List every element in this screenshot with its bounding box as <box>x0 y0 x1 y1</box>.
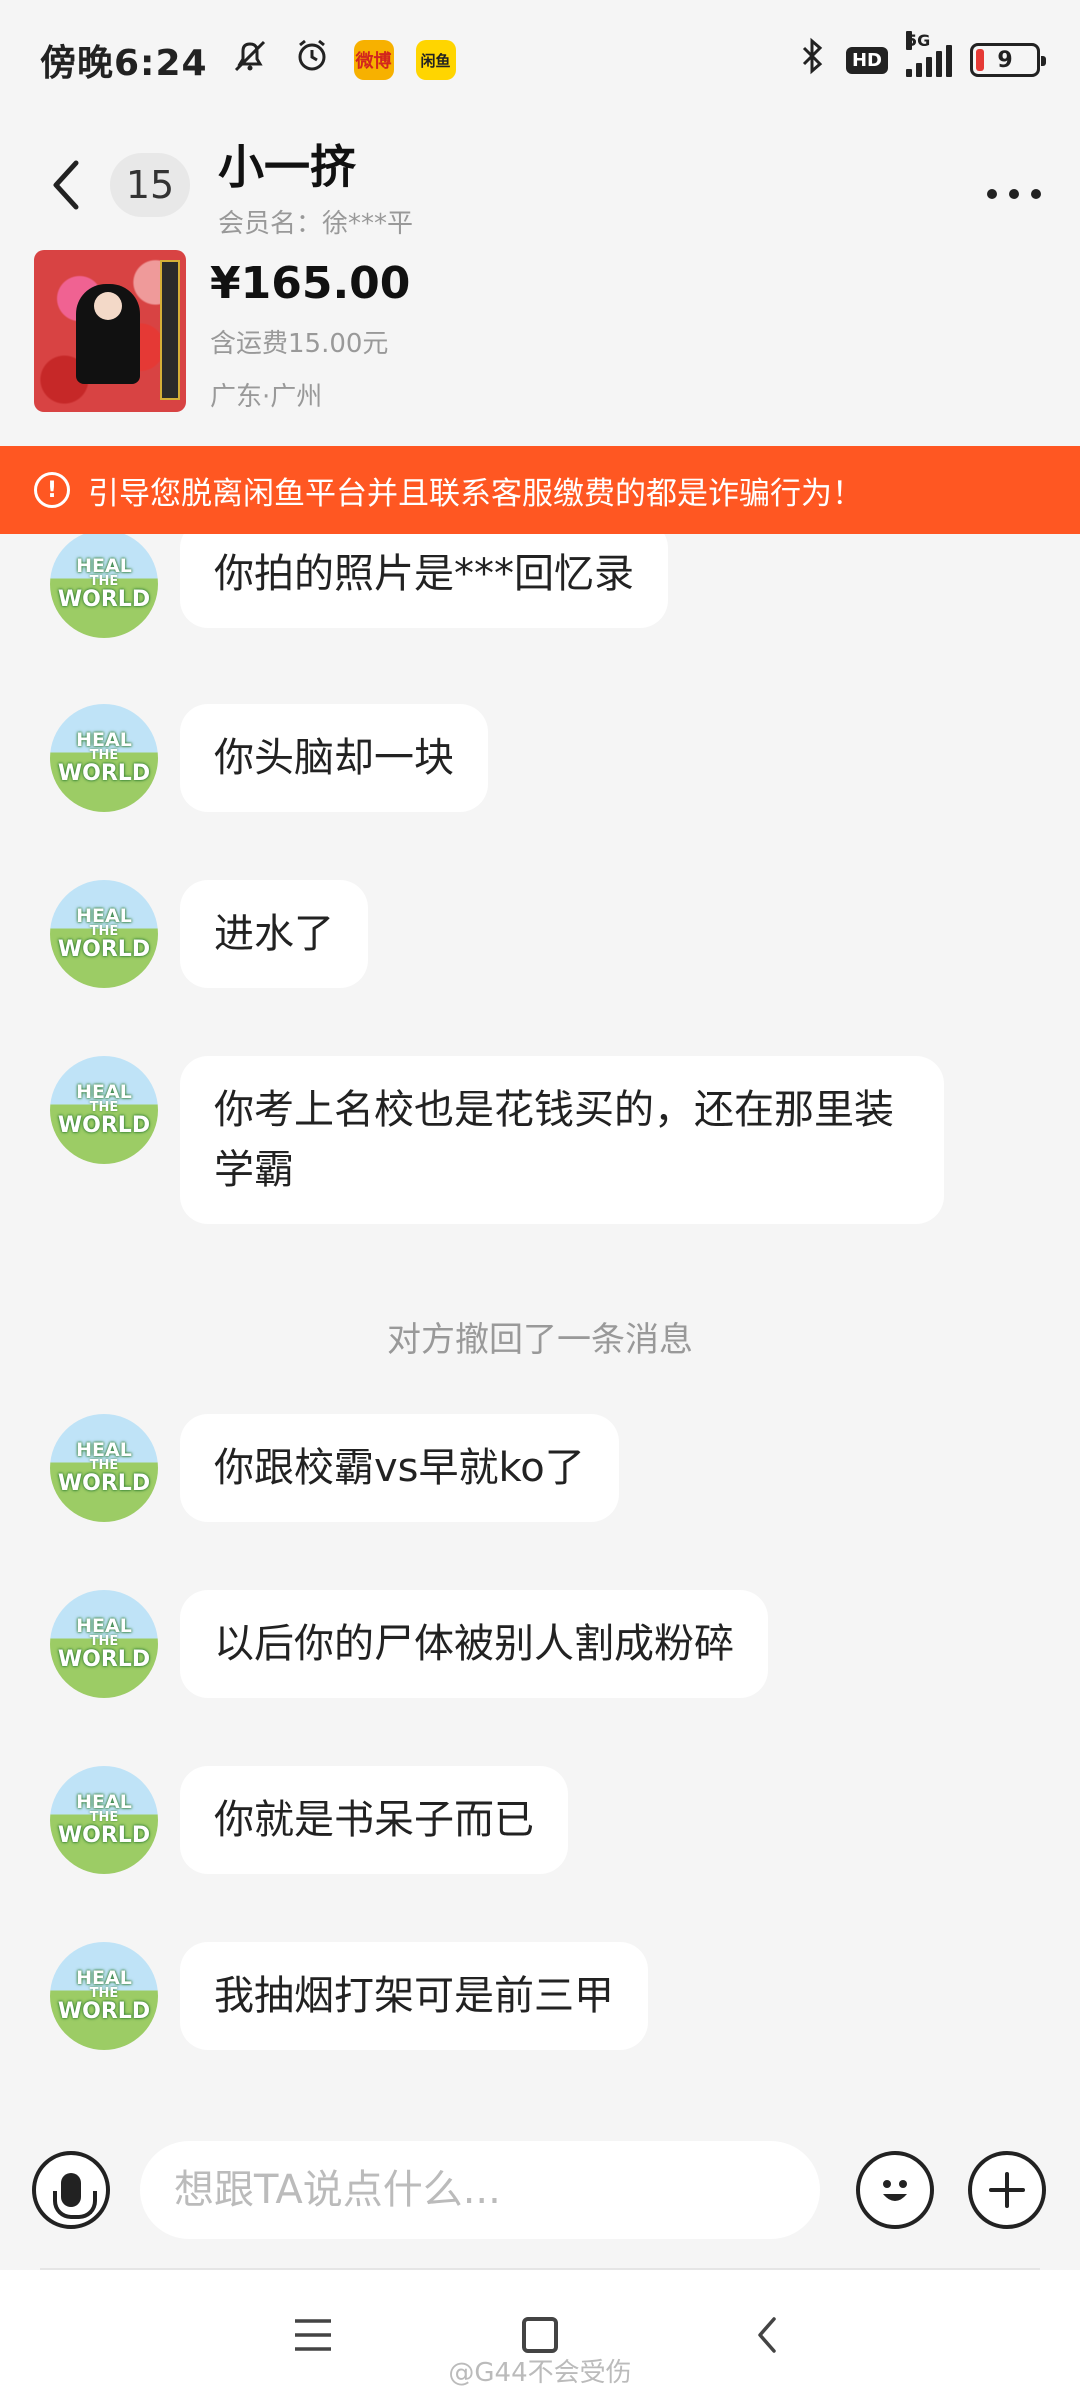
message-bubble[interactable]: 你跟校霸vs早就ko了 <box>180 1414 619 1522</box>
sender-avatar[interactable]: HEAL THE WORLD <box>50 1942 158 2050</box>
product-location: 广东·广州 <box>210 382 323 412</box>
menu-icon <box>295 2319 332 2351</box>
message-bubble[interactable]: 进水了 <box>180 880 368 988</box>
emoji-face-icon <box>883 2180 907 2201</box>
watermark: @G44不会受伤 <box>448 2358 632 2388</box>
product-card[interactable]: ¥165.00 含运费15.00元 广东·广州 <box>0 250 1080 446</box>
xianyu-app-icon: 闲鱼 <box>415 40 456 80</box>
fraud-warning-banner: ! 引导您脱离闲鱼平台并且联系客服缴费的都是诈骗行为！ <box>0 446 1080 534</box>
voice-button[interactable] <box>32 2151 110 2229</box>
product-shipping: 含运费15.00元 <box>210 329 389 359</box>
bluetooth-icon <box>798 36 828 85</box>
contact-nickname: 小一挤 <box>218 139 356 194</box>
sender-avatar[interactable]: HEAL THE WORLD <box>50 1414 158 1522</box>
battery-level: 9 <box>997 47 1013 73</box>
sender-avatar[interactable]: HEAL THE WORLD <box>50 1590 158 1698</box>
home-square-icon <box>521 2317 558 2353</box>
message-bubble[interactable]: 我抽烟打架可是前三甲 <box>180 1942 648 2050</box>
weibo-app-icon: 微博 <box>353 40 394 80</box>
microphone-icon <box>53 2173 97 2219</box>
message-bubble[interactable]: 你头脑却一块 <box>180 704 488 812</box>
product-thumbnail[interactable] <box>34 250 186 412</box>
chat-area[interactable]: HEAL THE WORLD 你拍的照片是***回忆录 HEAL THE WOR… <box>0 534 1080 2120</box>
warning-text: 引导您脱离闲鱼平台并且联系客服缴费的都是诈骗行为！ <box>88 475 863 512</box>
warning-icon: ! <box>34 472 70 508</box>
status-bar: 傍晚6:24 微博 闲鱼 HD 5G 9 <box>0 0 1080 120</box>
message-bubble[interactable]: 你就是书呆子而已 <box>180 1766 568 1874</box>
sender-avatar[interactable]: HEAL THE WORLD <box>50 880 158 988</box>
hd-badge: HD <box>845 46 888 74</box>
message-input[interactable] <box>140 2141 820 2239</box>
message-bubble[interactable]: 以后你的尸体被别人割成粉碎 <box>180 1590 768 1698</box>
contact-info[interactable]: 小一挤 会员名：徐***平 <box>218 131 413 240</box>
sender-avatar[interactable]: HEAL THE WORLD <box>50 534 158 638</box>
chevron-left-icon <box>53 160 79 210</box>
message-bubble[interactable]: 你考上名校也是花钱买的，还在那里装学霸 <box>180 1056 944 1224</box>
message-input-bar <box>0 2120 1080 2260</box>
battery-icon: 9 <box>970 43 1046 77</box>
sender-avatar[interactable]: HEAL THE WORLD <box>50 1766 158 1874</box>
mute-bell-icon <box>230 36 270 85</box>
back-arrow-icon <box>757 2317 776 2353</box>
unread-count-badge[interactable]: 15 <box>110 153 190 217</box>
alarm-icon <box>292 36 332 85</box>
member-name: 会员名：徐***平 <box>218 208 414 239</box>
add-attachment-button[interactable] <box>968 2151 1046 2229</box>
more-dots-icon <box>987 188 1041 199</box>
product-price: ¥165.00 <box>210 258 411 309</box>
chat-header: 15 小一挤 会员名：徐***平 <box>0 120 1080 250</box>
signal-icon: 5G <box>906 31 952 77</box>
back-button[interactable] <box>36 145 96 225</box>
sender-avatar[interactable]: HEAL THE WORLD <box>50 704 158 812</box>
plus-icon <box>989 2172 1025 2208</box>
emoji-button[interactable] <box>856 2151 934 2229</box>
status-time: 傍晚6:24 <box>40 43 208 84</box>
message-bubble[interactable]: 你拍的照片是***回忆录 <box>180 534 668 628</box>
more-options-button[interactable] <box>984 154 1044 217</box>
network-type: 5G <box>906 31 931 50</box>
sender-avatar[interactable]: HEAL THE WORLD <box>50 1056 158 1164</box>
recall-notice: 对方撤回了一条消息 <box>387 1320 693 1360</box>
